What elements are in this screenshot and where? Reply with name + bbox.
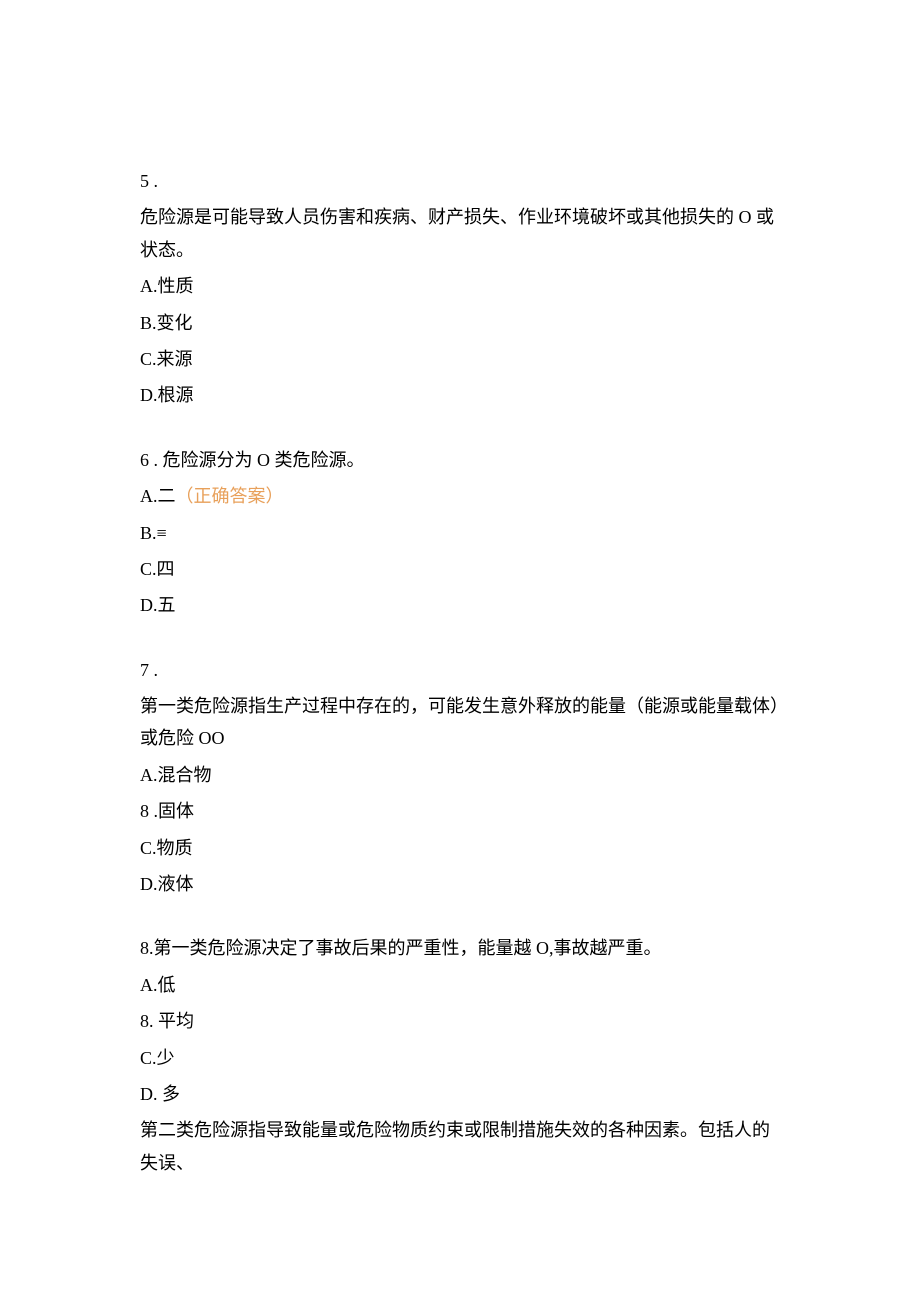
question-5: 5 . 危险源是可能导致人员伤害和疾病、财产损失、作业环境破坏或其他损失的 O … xyxy=(140,165,780,412)
option-label: B.≡ xyxy=(140,523,167,543)
option-c: C.来源 xyxy=(140,343,780,375)
question-number: 5 . xyxy=(140,165,780,197)
option-a: A.二（正确答案） xyxy=(140,480,780,512)
option-label: 8 .固体 xyxy=(140,801,194,821)
option-b: 8 .固体 xyxy=(140,795,780,827)
option-label: D.液体 xyxy=(140,874,194,894)
option-label: D.根源 xyxy=(140,385,194,405)
question-stem: 危险源是可能导致人员伤害和疾病、财产损失、作业环境破坏或其他损失的 O 或状态。 xyxy=(140,201,780,266)
correct-answer-annotation: （正确答案） xyxy=(176,486,284,506)
option-b: 8. 平均 xyxy=(140,1005,780,1037)
option-d: D.根源 xyxy=(140,379,780,411)
option-a: A.混合物 xyxy=(140,759,780,791)
question-number: 6 . 危险源分为 O 类危险源。 xyxy=(140,444,780,476)
option-label: A.混合物 xyxy=(140,765,212,785)
option-label: A.低 xyxy=(140,975,176,995)
question-stem: 第一类危险源指生产过程中存在的，可能发生意外释放的能量（能源或能量载体）或危险 … xyxy=(140,690,780,755)
option-c: C.物质 xyxy=(140,832,780,864)
option-label: D.五 xyxy=(140,595,176,615)
option-label: D. 多 xyxy=(140,1084,180,1104)
option-d: D.五 xyxy=(140,589,780,621)
option-a: A.性质 xyxy=(140,270,780,302)
option-b: B.变化 xyxy=(140,307,780,339)
question-8: 8.第一类危险源决定了事故后果的严重性，能量越 O,事故越严重。 A.低 8. … xyxy=(140,932,780,1179)
option-label: C.来源 xyxy=(140,349,193,369)
option-a: A.低 xyxy=(140,969,780,1001)
option-c: C.四 xyxy=(140,553,780,585)
document-body: 5 . 危险源是可能导致人员伤害和疾病、财产损失、作业环境破坏或其他损失的 O … xyxy=(140,165,780,1179)
option-label: B.变化 xyxy=(140,313,193,333)
option-d: D.液体 xyxy=(140,868,780,900)
option-c: C.少 xyxy=(140,1042,780,1074)
question-number: 8.第一类危险源决定了事故后果的严重性，能量越 O,事故越严重。 xyxy=(140,932,780,964)
option-label: C.少 xyxy=(140,1048,175,1068)
option-d: D. 多 xyxy=(140,1078,780,1110)
option-label: C.四 xyxy=(140,559,175,579)
option-b: B.≡ xyxy=(140,517,780,549)
question-6: 6 . 危险源分为 O 类危险源。 A.二（正确答案） B.≡ C.四 D.五 xyxy=(140,444,780,622)
option-label: A.二 xyxy=(140,486,176,506)
option-label: A.性质 xyxy=(140,276,194,296)
question-number: 7 . xyxy=(140,654,780,686)
trailing-paragraph: 第二类危险源指导致能量或危险物质约束或限制措施失效的各种因素。包括人的失误、 xyxy=(140,1114,780,1179)
option-label: 8. 平均 xyxy=(140,1011,194,1031)
option-label: C.物质 xyxy=(140,838,193,858)
question-7: 7 . 第一类危险源指生产过程中存在的，可能发生意外释放的能量（能源或能量载体）… xyxy=(140,654,780,901)
